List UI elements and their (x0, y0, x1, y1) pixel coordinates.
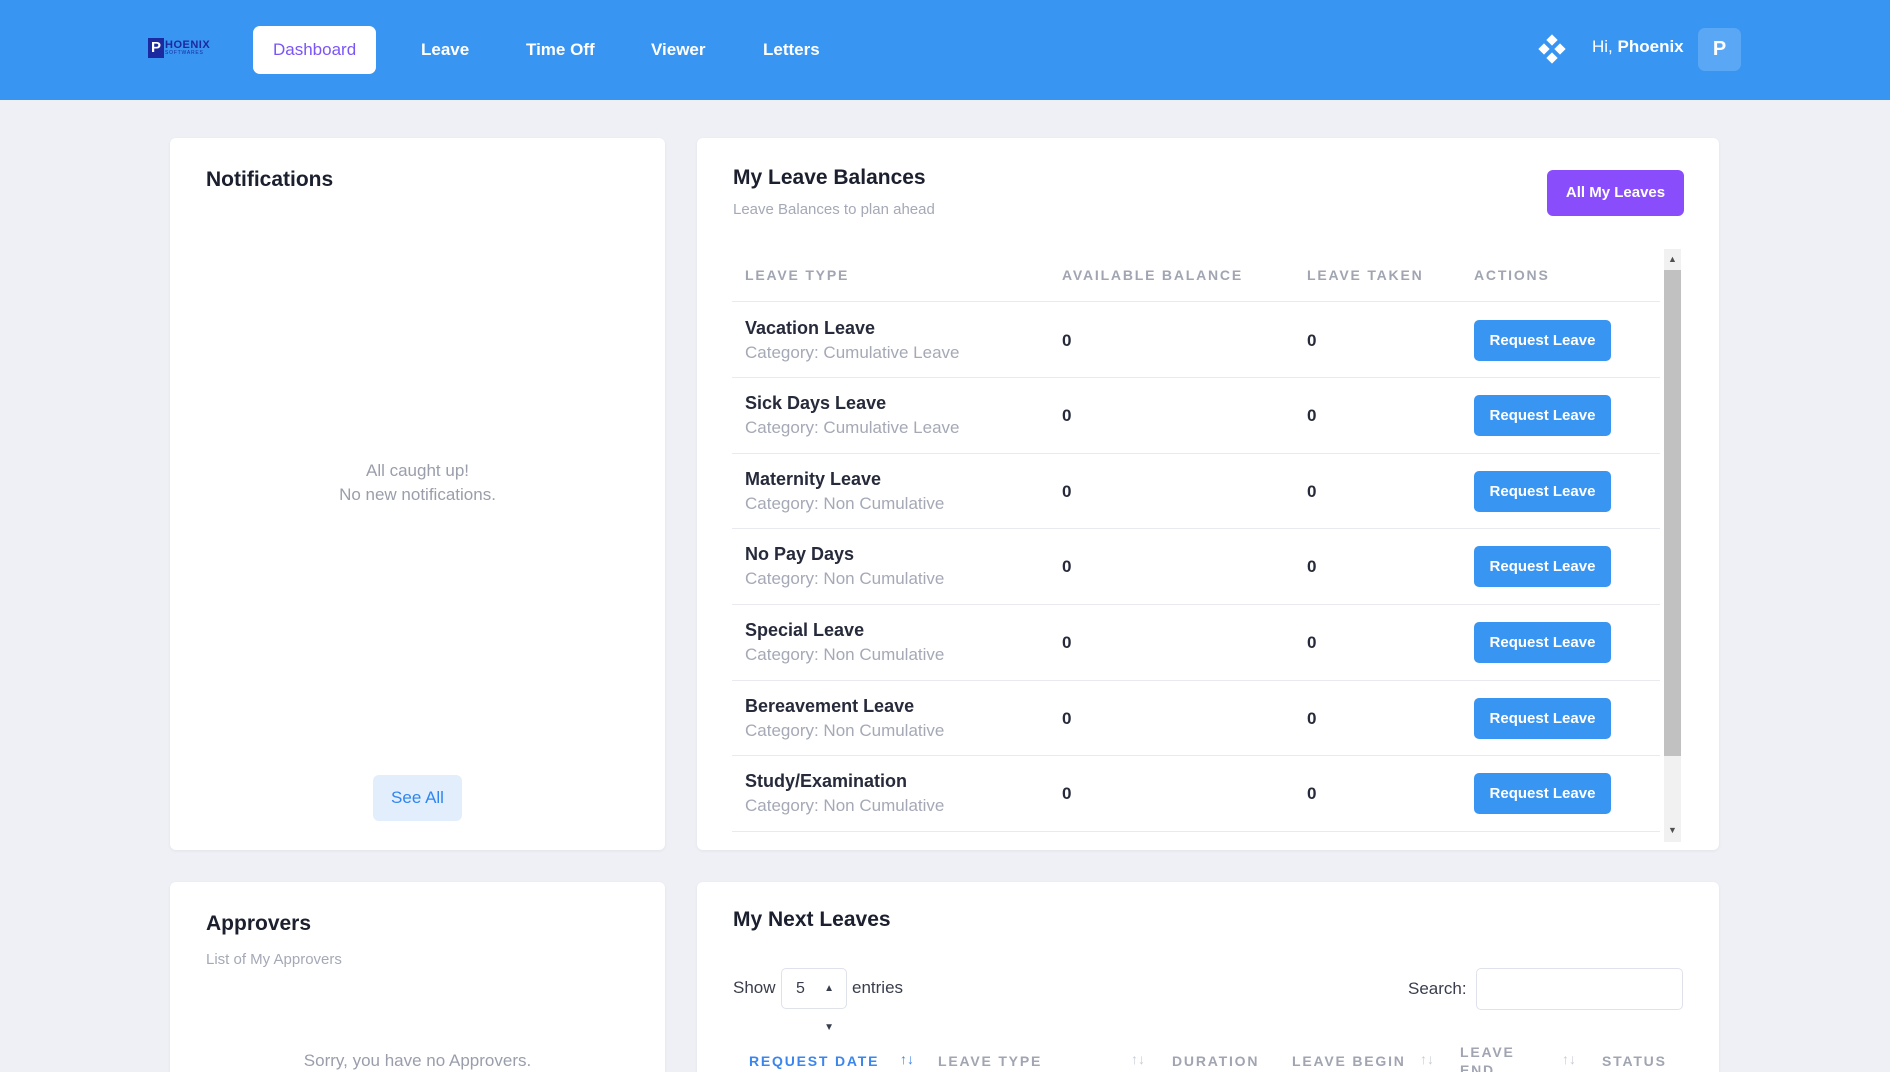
scroll-down-icon[interactable]: ▼ (1664, 820, 1681, 840)
leave-type-name: Vacation Leave (745, 318, 876, 338)
sort-icon[interactable]: ↑↓ (1420, 1051, 1434, 1067)
available-balance: 0 (1062, 709, 1072, 728)
notifications-empty-line1: All caught up! (365, 461, 469, 480)
row-divider (732, 453, 1660, 454)
col-duration[interactable]: Duration (1172, 1053, 1259, 1069)
row-divider (732, 528, 1660, 529)
notifications-card: Notifications All caught up! No new noti… (170, 138, 665, 850)
leave-type-category: Category: Non Cumulative (745, 569, 945, 588)
leave-type-name: Sick Days Leave (745, 393, 887, 413)
user-avatar[interactable]: P (1698, 28, 1741, 71)
leave-type-category: Category: Non Cumulative (745, 494, 945, 513)
next-leaves-title: My Next Leaves (733, 908, 891, 931)
company-logo[interactable]: P HOENIX SOFTWARES (148, 38, 220, 58)
scrollbar-thumb[interactable] (1664, 270, 1681, 756)
show-label: Show (733, 978, 776, 997)
request-leave-button[interactable]: Request Leave (1474, 546, 1611, 587)
leave-type-name: Special Leave (745, 620, 865, 640)
logo-sub: SOFTWARES (165, 50, 204, 56)
available-balance: 0 (1062, 784, 1072, 803)
request-leave-button[interactable]: Request Leave (1474, 622, 1611, 663)
row-divider (732, 301, 1660, 302)
search-input[interactable] (1476, 968, 1683, 1010)
col-leave-end[interactable]: Leave End (1460, 1043, 1530, 1072)
notifications-empty-line2: No new notifications. (339, 485, 496, 504)
nav-dashboard[interactable]: Dashboard (253, 26, 377, 74)
greeting-text: Hi, (1592, 37, 1613, 56)
leave-type-category: Category: Non Cumulative (745, 721, 945, 740)
row-divider (732, 755, 1660, 756)
nav-viewer[interactable]: Viewer (631, 26, 726, 74)
leave-type-name: Maternity Leave (745, 469, 882, 489)
leave-taken: 0 (1307, 557, 1317, 576)
request-leave-button[interactable]: Request Leave (1474, 471, 1611, 512)
row-divider (732, 831, 1660, 832)
available-balance: 0 (1062, 482, 1072, 501)
approvers-card: Approvers List of My Approvers Sorry, yo… (170, 882, 665, 1072)
col-available-balance: Available Balance (1062, 267, 1243, 283)
request-leave-button[interactable]: Request Leave (1474, 698, 1611, 739)
leave-taken: 0 (1307, 331, 1317, 350)
sort-icon[interactable]: ↑↓ (900, 1051, 914, 1067)
user-name: Phoenix (1617, 37, 1684, 56)
leave-type-category: Category: Non Cumulative (745, 796, 945, 815)
entries-select[interactable]: 5 ▲ ▼ (781, 968, 847, 1033)
col-leave-type[interactable]: Leave Type (938, 1053, 1042, 1069)
col-leave-taken: Leave Taken (1307, 267, 1424, 283)
all-my-leaves-button[interactable]: All My Leaves (1547, 170, 1684, 216)
leave-taken: 0 (1307, 709, 1317, 728)
scroll-up-icon[interactable]: ▲ (1664, 249, 1681, 269)
leave-taken: 0 (1307, 406, 1317, 425)
leave-taken: 0 (1307, 633, 1317, 652)
leave-type-category: Category: Non Cumulative (745, 645, 945, 664)
logo-letter: P (148, 38, 164, 58)
available-balance: 0 (1062, 406, 1072, 425)
available-balance: 0 (1062, 633, 1072, 652)
request-leave-button[interactable]: Request Leave (1474, 320, 1611, 361)
col-actions: Actions (1474, 267, 1550, 283)
see-all-button[interactable]: See All (373, 775, 462, 821)
col-status[interactable]: Status (1602, 1053, 1667, 1069)
available-balance: 0 (1062, 331, 1072, 350)
col-leave-begin[interactable]: Leave Begin (1292, 1053, 1406, 1069)
sort-icon[interactable]: ↑↓ (1131, 1051, 1145, 1067)
select-arrows-icon: ▲ ▼ (824, 983, 834, 1033)
approvers-title: Approvers (206, 912, 312, 935)
available-balance: 0 (1062, 557, 1072, 576)
leave-type-name: Study/Examination (745, 771, 908, 791)
col-leave-type: Leave Type (745, 267, 850, 283)
approvers-subtitle: List of My Approvers (206, 951, 342, 968)
search-label: Search: (1408, 979, 1467, 998)
nav-letters[interactable]: Letters (743, 26, 840, 74)
notifications-title: Notifications (206, 168, 334, 191)
leave-taken: 0 (1307, 784, 1317, 803)
row-divider (732, 604, 1660, 605)
leave-type-category: Category: Cumulative Leave (745, 343, 960, 362)
nav-leave[interactable]: Leave (401, 26, 489, 74)
entries-value: 5 (796, 980, 805, 997)
leave-type-name: No Pay Days (745, 544, 855, 564)
nav-time-off[interactable]: Time Off (506, 26, 615, 74)
request-leave-button[interactable]: Request Leave (1474, 395, 1611, 436)
leave-type-category: Category: Cumulative Leave (745, 418, 960, 437)
leave-type-name: Bereavement Leave (745, 696, 915, 716)
row-divider (732, 680, 1660, 681)
apps-icon[interactable] (1538, 34, 1566, 64)
leave-balances-subtitle: Leave Balances to plan ahead (733, 201, 935, 218)
sort-icon[interactable]: ↑↓ (1562, 1051, 1576, 1067)
leave-balances-title: My Leave Balances (733, 166, 926, 189)
user-greeting: Hi, Phoenix (1592, 37, 1684, 57)
top-navbar: P HOENIX SOFTWARES Dashboard Leave Time … (0, 0, 1890, 100)
leave-taken: 0 (1307, 482, 1317, 501)
request-leave-button[interactable]: Request Leave (1474, 773, 1611, 814)
col-request-date[interactable]: Request Date (749, 1053, 879, 1069)
row-divider (732, 377, 1660, 378)
entries-label: entries (852, 978, 904, 997)
approvers-empty: Sorry, you have no Approvers. (303, 1051, 532, 1070)
